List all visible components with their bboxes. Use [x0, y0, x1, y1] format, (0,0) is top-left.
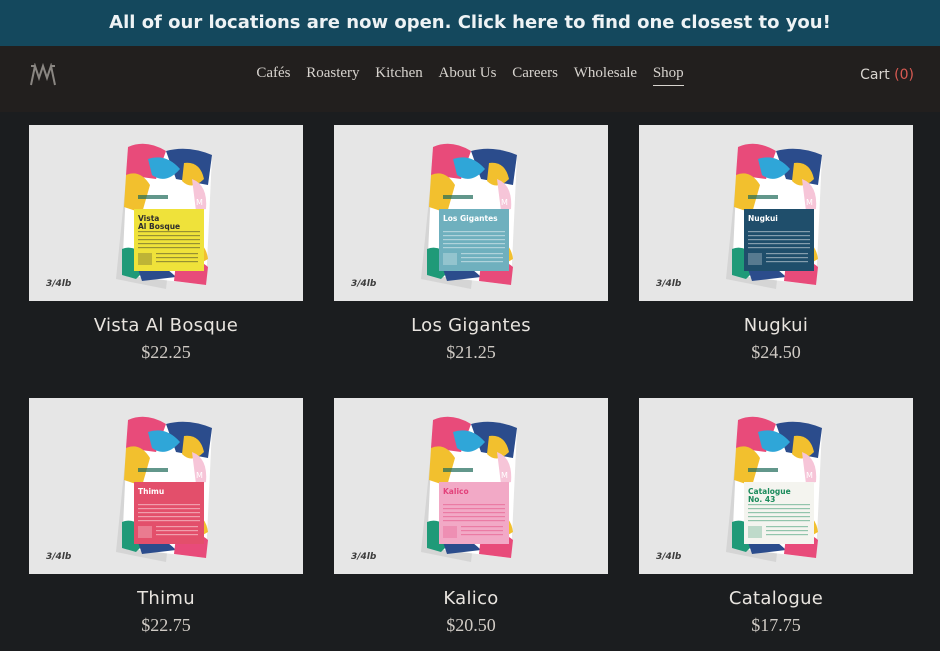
product-name[interactable]: Catalogue — [639, 588, 913, 609]
nav-item-roastery[interactable]: Roastery — [306, 65, 359, 85]
cart-label: Cart — [860, 67, 890, 83]
svg-text:M: M — [196, 198, 203, 207]
coffee-bag-image: MCatalogue No. 43 — [726, 416, 822, 562]
coffee-bag-image: MLos Gigantes — [421, 143, 517, 289]
product-card[interactable]: M Nugkui 3/4lb Nugkui $24.50 — [639, 125, 913, 363]
product-price: $21.25 — [446, 342, 496, 362]
product-price: $22.75 — [141, 615, 191, 635]
coffee-bag-image: M Nugkui — [726, 143, 822, 289]
nav-item-careers[interactable]: Careers — [512, 65, 558, 85]
nav-item-shop[interactable]: Shop — [652, 65, 684, 86]
product-price: $20.50 — [446, 615, 496, 635]
nav-item-about-us[interactable]: About Us — [439, 65, 497, 85]
svg-text:M: M — [501, 471, 508, 480]
product-card[interactable]: M Vista Al Bosque 3/4lb Vista Al Bosque $2… — [29, 125, 303, 363]
product-image[interactable]: M Kalico 3/4lb — [334, 398, 608, 574]
bag-label-text: Los Gigantes — [443, 214, 498, 223]
nav-item-wholesale[interactable]: Wholesale — [574, 65, 637, 85]
product-name[interactable]: Vista Al Bosque — [29, 315, 303, 336]
product-card[interactable]: M Los Gigantes 3/4lb Los Gigantes $21.25 — [334, 125, 608, 363]
product-image[interactable]: M Los Gigantes 3/4lb — [334, 125, 608, 301]
coffee-bag-image: MVista Al Bosque — [116, 143, 212, 289]
cart-count: (0) — [894, 67, 914, 83]
product-name[interactable]: Thimu — [29, 588, 303, 609]
product-name[interactable]: Nugkui — [639, 315, 913, 336]
nav-item-cafes[interactable]: Cafés — [256, 65, 290, 85]
product-image[interactable]: M Nugkui 3/4lb — [639, 125, 913, 301]
product-image[interactable]: M Catalogue No. 43 3/4lb — [639, 398, 913, 574]
product-price: $17.75 — [751, 615, 801, 635]
product-name[interactable]: Kalico — [334, 588, 608, 609]
product-price: $22.25 — [141, 342, 191, 362]
product-card[interactable]: M Catalogue No. 43 3/4lb Catalogue $17.75 — [639, 398, 913, 636]
bag-label-text: Nugkui — [748, 214, 778, 223]
site-header: Cafés Roastery Kitchen About Us Careers … — [0, 46, 940, 112]
product-image[interactable]: M Vista Al Bosque 3/4lb — [29, 125, 303, 301]
product-card[interactable]: M Kalico 3/4lb Kalico $20.50 — [334, 398, 608, 636]
product-weight: 3/4lb — [351, 279, 377, 289]
product-card[interactable]: M Thimu 3/4lb Thimu $22.75 — [29, 398, 303, 636]
announcement-bar[interactable]: All of our locations are now open. Click… — [0, 0, 940, 46]
product-weight: 3/4lb — [656, 552, 682, 562]
bag-label-text: Thimu — [138, 487, 164, 496]
nav-item-kitchen[interactable]: Kitchen — [375, 65, 422, 85]
main-nav: Cafés Roastery Kitchen About Us Careers … — [0, 65, 940, 86]
product-weight: 3/4lb — [351, 552, 377, 562]
bag-label-text: Kalico — [443, 487, 469, 496]
product-image[interactable]: M Thimu 3/4lb — [29, 398, 303, 574]
coffee-bag-image: M Thimu — [116, 416, 212, 562]
product-weight: 3/4lb — [46, 279, 72, 289]
svg-text:M: M — [806, 198, 813, 207]
svg-text:M: M — [196, 471, 203, 480]
coffee-bag-image: M Kalico — [421, 416, 517, 562]
svg-text:M: M — [501, 198, 508, 207]
product-weight: 3/4lb — [656, 279, 682, 289]
product-price: $24.50 — [751, 342, 801, 362]
svg-text:M: M — [806, 471, 813, 480]
cart-link[interactable]: Cart (0) — [860, 67, 914, 83]
product-weight: 3/4lb — [46, 552, 72, 562]
product-name[interactable]: Los Gigantes — [334, 315, 608, 336]
